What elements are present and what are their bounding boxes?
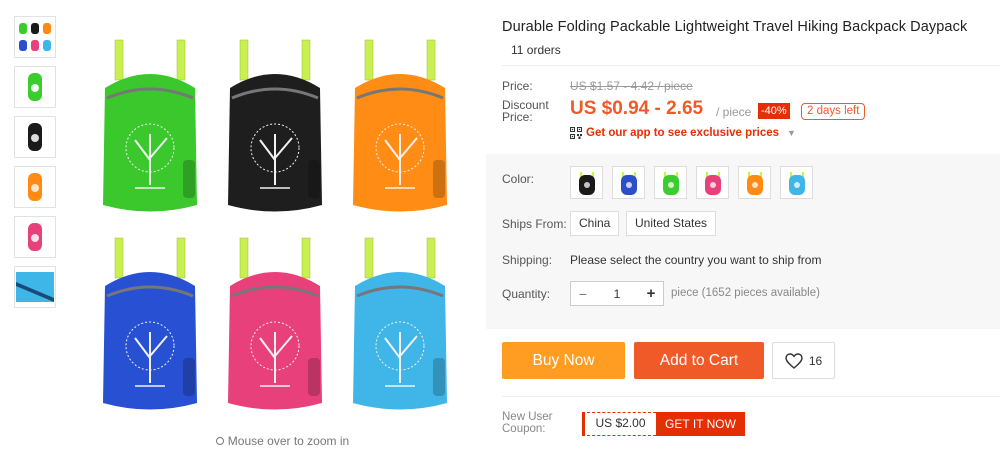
divider — [502, 396, 1000, 397]
color-swatch[interactable] — [738, 166, 771, 199]
thumbnail-black[interactable] — [14, 116, 56, 158]
coupon-label: New User Coupon: — [502, 411, 552, 435]
backpack-image — [228, 237, 322, 410]
discount-badge: -40% — [758, 103, 790, 119]
app-promo-text: Get our app to see exclusive prices — [586, 127, 780, 139]
color-swatch[interactable] — [696, 166, 729, 199]
availability-text: piece (1652 pieces available) — [671, 287, 820, 299]
magnifier-icon — [215, 437, 224, 445]
thumbnail-multicolor[interactable] — [14, 16, 56, 58]
thumbnail-orange[interactable] — [14, 166, 56, 208]
shipping-info: Please select the country you want to sh… — [570, 253, 822, 267]
color-swatch[interactable] — [570, 166, 603, 199]
wishlist-button[interactable]: 16 — [772, 342, 835, 379]
thumbnail-blue-strap[interactable] — [14, 266, 56, 308]
ships-from-label: Ships From: — [502, 217, 567, 231]
zoom-hint: Mouse over to zoom in — [80, 434, 485, 448]
coupon-label-line2: Coupon: — [502, 423, 546, 435]
color-swatches — [570, 166, 813, 199]
original-price: US $1.57 - 4.42 / piece — [570, 79, 693, 93]
product-info-panel: Durable Folding Packable Lightweight Tra… — [486, 0, 1000, 452]
order-count: 11 orders — [511, 43, 561, 57]
thumbnail-green[interactable] — [14, 66, 56, 108]
backpack-image — [103, 237, 197, 410]
ships-from-china[interactable]: China — [570, 211, 620, 236]
divider — [502, 65, 1000, 66]
get-coupon-button[interactable]: GET IT NOW — [656, 412, 745, 436]
quantity-value[interactable]: 1 — [595, 287, 639, 301]
color-swatch[interactable] — [654, 166, 687, 199]
time-left-badge: 2 days left — [801, 103, 866, 120]
backpack-image — [103, 39, 197, 212]
increase-quantity-button[interactable]: + — [639, 283, 663, 305]
price-unit: / piece — [716, 105, 752, 119]
backpack-image — [353, 39, 447, 212]
ships-from-us[interactable]: United States — [626, 211, 717, 236]
shipping-label: Shipping: — [502, 253, 553, 267]
price-label: Price: — [502, 79, 533, 93]
chevron-down-icon: ▼ — [787, 128, 796, 138]
new-user-coupon[interactable]: US $2.00 GET IT NOW — [582, 412, 745, 436]
qr-code-icon — [570, 127, 582, 139]
app-promo-link[interactable]: Get our app to see exclusive prices ▼ — [570, 127, 796, 139]
heart-icon — [785, 352, 803, 369]
product-main-image[interactable] — [80, 10, 485, 430]
quantity-label: Quantity: — [502, 287, 551, 301]
discount-label-line2: Price: — [502, 110, 533, 124]
wishlist-count: 16 — [808, 353, 823, 368]
thumbnail-pink[interactable] — [14, 216, 56, 258]
color-swatch[interactable] — [612, 166, 645, 199]
add-to-cart-button[interactable]: Add to Cart — [634, 342, 764, 379]
decrease-quantity-button[interactable]: − — [571, 283, 595, 305]
coupon-label-line1: New User — [502, 411, 553, 423]
thumbnail-strip — [14, 16, 58, 316]
zoom-hint-text: Mouse over to zoom in — [227, 434, 350, 448]
buy-now-button[interactable]: Buy Now — [502, 342, 625, 379]
quantity-stepper: − 1 + — [570, 281, 664, 306]
color-label: Color: — [502, 172, 535, 186]
color-swatch[interactable] — [780, 166, 813, 199]
coupon-amount: US $2.00 — [582, 412, 656, 436]
product-title: Durable Folding Packable Lightweight Tra… — [502, 19, 968, 35]
backpack-image — [353, 237, 447, 410]
backpack-image — [228, 39, 322, 212]
discount-price: US $0.94 - 2.65 — [570, 98, 704, 119]
